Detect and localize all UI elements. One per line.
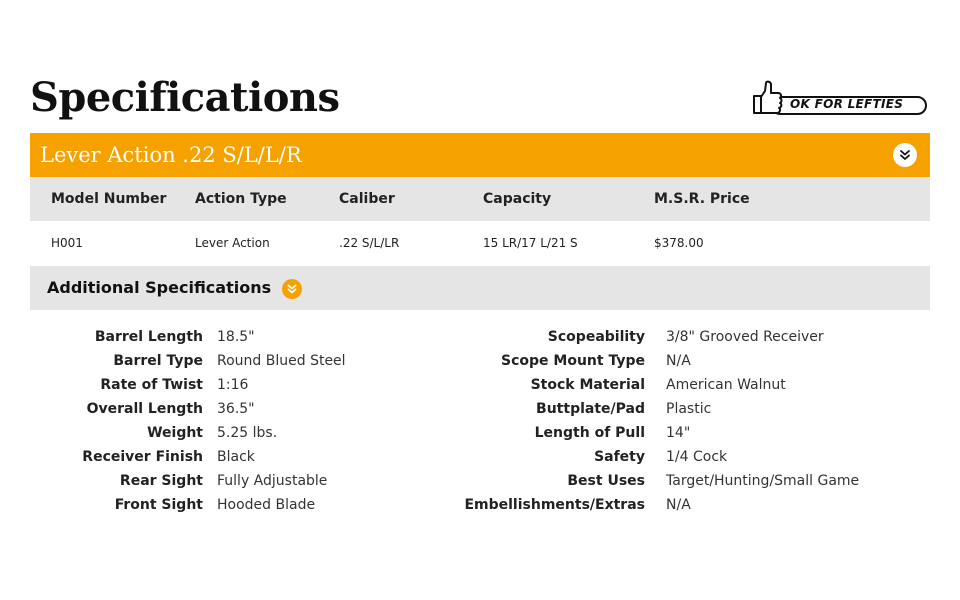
header-action-type: Action Type bbox=[195, 191, 287, 207]
spec-label: Rear Sight bbox=[119, 473, 203, 489]
list-item: Front Sight Hooded Blade bbox=[30, 493, 450, 517]
spec-value: Fully Adjustable bbox=[217, 473, 328, 489]
cell-model-number: H001 bbox=[51, 236, 83, 250]
spec-label: Best Uses bbox=[567, 473, 645, 489]
additional-specs-right-column: Scopeability 3/8" Grooved Receiver Scope… bbox=[464, 325, 930, 517]
list-item: Buttplate/Pad Plastic bbox=[470, 397, 930, 421]
chevron-double-down-icon bbox=[900, 150, 910, 160]
chevron-double-down-icon bbox=[287, 284, 297, 294]
spec-value: 3/8" Grooved Receiver bbox=[666, 329, 824, 345]
list-item: Rate of Twist 1:16 bbox=[30, 373, 450, 397]
header-capacity: Capacity bbox=[483, 191, 552, 207]
list-item: Receiver Finish Black bbox=[30, 445, 450, 469]
spec-value: Round Blued Steel bbox=[217, 353, 346, 369]
spec-label: Front Sight bbox=[114, 497, 203, 513]
spec-value: N/A bbox=[666, 497, 691, 513]
additional-specs-toggle-button[interactable] bbox=[282, 279, 302, 299]
additional-specs-left-column: Barrel Length 18.5" Barrel Type Round Bl… bbox=[30, 325, 450, 517]
spec-table-header: Model Number Action Type Caliber Capacit… bbox=[30, 177, 930, 221]
spec-label: Rate of Twist bbox=[100, 377, 203, 393]
spec-value: N/A bbox=[666, 353, 691, 369]
product-name: Lever Action .22 S/L/L/R bbox=[40, 143, 302, 167]
spec-value: 1/4 Cock bbox=[666, 449, 728, 465]
table-row: H001 Lever Action .22 S/L/LR 15 LR/17 L/… bbox=[30, 221, 930, 266]
list-item: Barrel Type Round Blued Steel bbox=[30, 349, 450, 373]
page-title: Specifications bbox=[30, 74, 340, 121]
spec-label: Length of Pull bbox=[534, 425, 645, 441]
list-item: Best Uses Target/Hunting/Small Game bbox=[470, 469, 930, 493]
spec-value: 14" bbox=[666, 425, 691, 441]
spec-label: Barrel Length bbox=[94, 329, 203, 345]
product-collapse-button[interactable] bbox=[893, 143, 917, 167]
header-model-number: Model Number bbox=[51, 191, 167, 207]
list-item: Barrel Length 18.5" bbox=[30, 325, 450, 349]
header-msrp: M.S.R. Price bbox=[654, 191, 750, 207]
list-item: Embellishments/Extras N/A bbox=[464, 493, 930, 517]
ok-for-lefties-badge: OK FOR LEFTIES bbox=[750, 80, 928, 118]
additional-specs-accordion-header[interactable]: Additional Specifications bbox=[30, 266, 930, 310]
cell-msrp: $378.00 bbox=[654, 236, 704, 250]
additional-specs-title: Additional Specifications bbox=[47, 278, 272, 297]
spec-label: Receiver Finish bbox=[82, 449, 203, 465]
list-item: Safety 1/4 Cock bbox=[470, 445, 930, 469]
product-accordion-header[interactable]: Lever Action .22 S/L/L/R bbox=[30, 133, 930, 177]
spec-label: Buttplate/Pad bbox=[536, 401, 645, 417]
spec-label: Stock Material bbox=[530, 377, 645, 393]
spec-value: 5.25 lbs. bbox=[217, 425, 278, 441]
header-caliber: Caliber bbox=[339, 191, 395, 207]
list-item: Overall Length 36.5" bbox=[30, 397, 450, 421]
spec-value: 36.5" bbox=[217, 401, 255, 417]
spec-value: 1:16 bbox=[217, 377, 249, 393]
cell-capacity: 15 LR/17 L/21 S bbox=[483, 236, 578, 250]
spec-label: Safety bbox=[594, 449, 645, 465]
list-item: Rear Sight Fully Adjustable bbox=[30, 469, 450, 493]
spec-label: Scope Mount Type bbox=[501, 353, 645, 369]
cell-action-type: Lever Action bbox=[195, 236, 270, 250]
spec-value: 18.5" bbox=[217, 329, 255, 345]
list-item: Scope Mount Type N/A bbox=[470, 349, 930, 373]
badge-text: OK FOR LEFTIES bbox=[790, 97, 904, 111]
spec-label: Embellishments/Extras bbox=[464, 497, 645, 513]
list-item: Scopeability 3/8" Grooved Receiver bbox=[470, 325, 930, 349]
list-item: Stock Material American Walnut bbox=[470, 373, 930, 397]
spec-value: American Walnut bbox=[666, 377, 786, 393]
spec-value: Black bbox=[217, 449, 255, 465]
spec-label: Weight bbox=[147, 425, 203, 441]
list-item: Weight 5.25 lbs. bbox=[30, 421, 450, 445]
spec-label: Overall Length bbox=[86, 401, 203, 417]
list-item: Length of Pull 14" bbox=[470, 421, 930, 445]
spec-value: Hooded Blade bbox=[217, 497, 316, 513]
spec-label: Barrel Type bbox=[113, 353, 203, 369]
cell-caliber: .22 S/L/LR bbox=[339, 236, 400, 250]
spec-value: Plastic bbox=[666, 401, 712, 417]
spec-label: Scopeability bbox=[547, 329, 645, 345]
spec-value: Target/Hunting/Small Game bbox=[666, 473, 860, 489]
